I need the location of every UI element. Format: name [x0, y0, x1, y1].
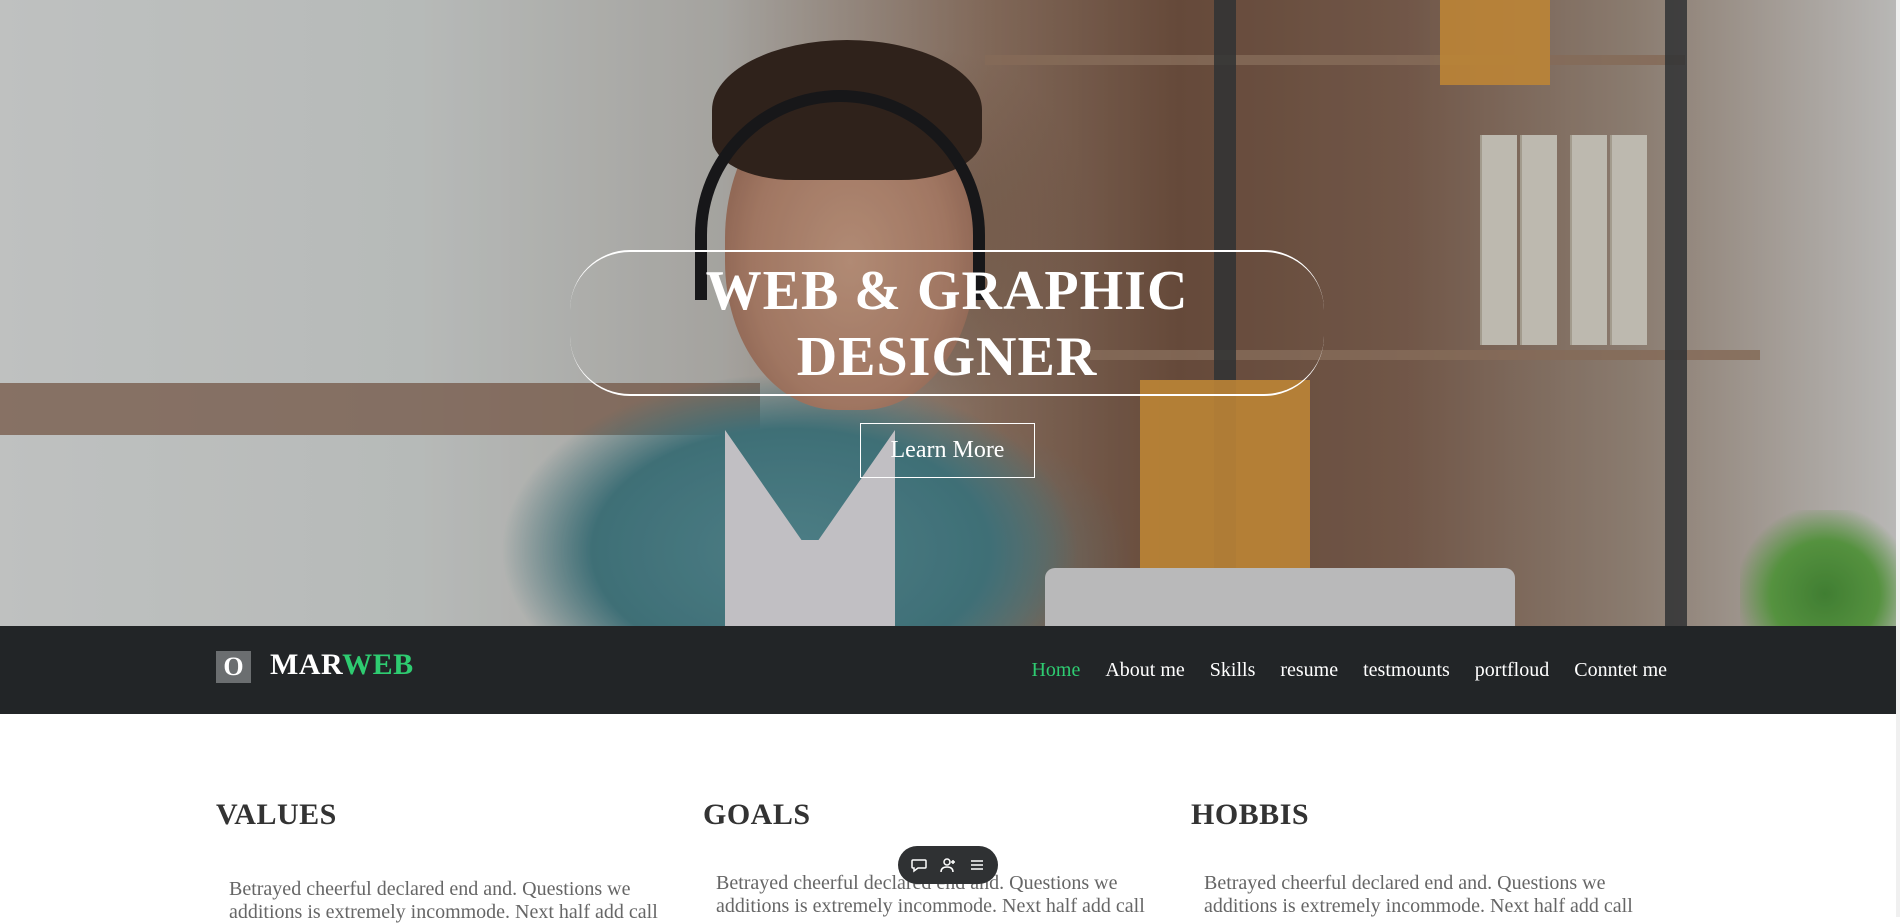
main-navbar: O MARWEB Home About me Skills resume tes… [0, 626, 1900, 714]
hero-headline-line1: WEB & GRAPHIC [705, 260, 1189, 322]
floating-toolbar [898, 846, 998, 884]
hero-section: WEB & GRAPHIC DESIGNER Learn More [0, 0, 1900, 626]
goals-column: GOALS Betrayed cheerful declared end and… [703, 798, 1153, 917]
nav-link-portfolio[interactable]: portfloud [1475, 659, 1549, 682]
section-title: GOALS [703, 798, 811, 831]
learn-more-button[interactable]: Learn More [860, 423, 1035, 478]
nav-link-contact[interactable]: Conntet me [1574, 659, 1667, 682]
nav-link-testimonials[interactable]: testmounts [1363, 659, 1450, 682]
add-user-icon[interactable] [936, 853, 960, 877]
values-column: VALUES Betrayed cheerful declared end an… [216, 798, 666, 923]
menu-icon[interactable] [965, 853, 989, 877]
page-scrollbar[interactable] [1896, 0, 1900, 917]
logo-badge[interactable]: O [216, 651, 251, 683]
hero-headline: WEB & GRAPHIC DESIGNER [570, 258, 1324, 390]
section-text: Betrayed cheerful declared end and. Ques… [229, 878, 658, 923]
logo-primary: MAR [270, 648, 343, 681]
logo-text[interactable]: MARWEB [270, 648, 414, 682]
section-text: Betrayed cheerful declared end and. Ques… [1204, 872, 1633, 917]
nav-link-skills[interactable]: Skills [1210, 659, 1256, 682]
nav-link-home[interactable]: Home [1031, 659, 1080, 682]
nav-links: Home About me Skills resume testmounts p… [1031, 626, 1667, 714]
section-title: HOBBIS [1191, 798, 1310, 831]
logo-accent: WEB [342, 648, 414, 681]
hero-headline-line2: DESIGNER [796, 326, 1098, 388]
nav-link-about[interactable]: About me [1105, 659, 1184, 682]
nav-link-resume[interactable]: resume [1280, 659, 1338, 682]
hobbies-column: HOBBIS Betrayed cheerful declared end an… [1191, 798, 1641, 917]
section-title: VALUES [216, 798, 337, 831]
chat-icon[interactable] [907, 853, 931, 877]
